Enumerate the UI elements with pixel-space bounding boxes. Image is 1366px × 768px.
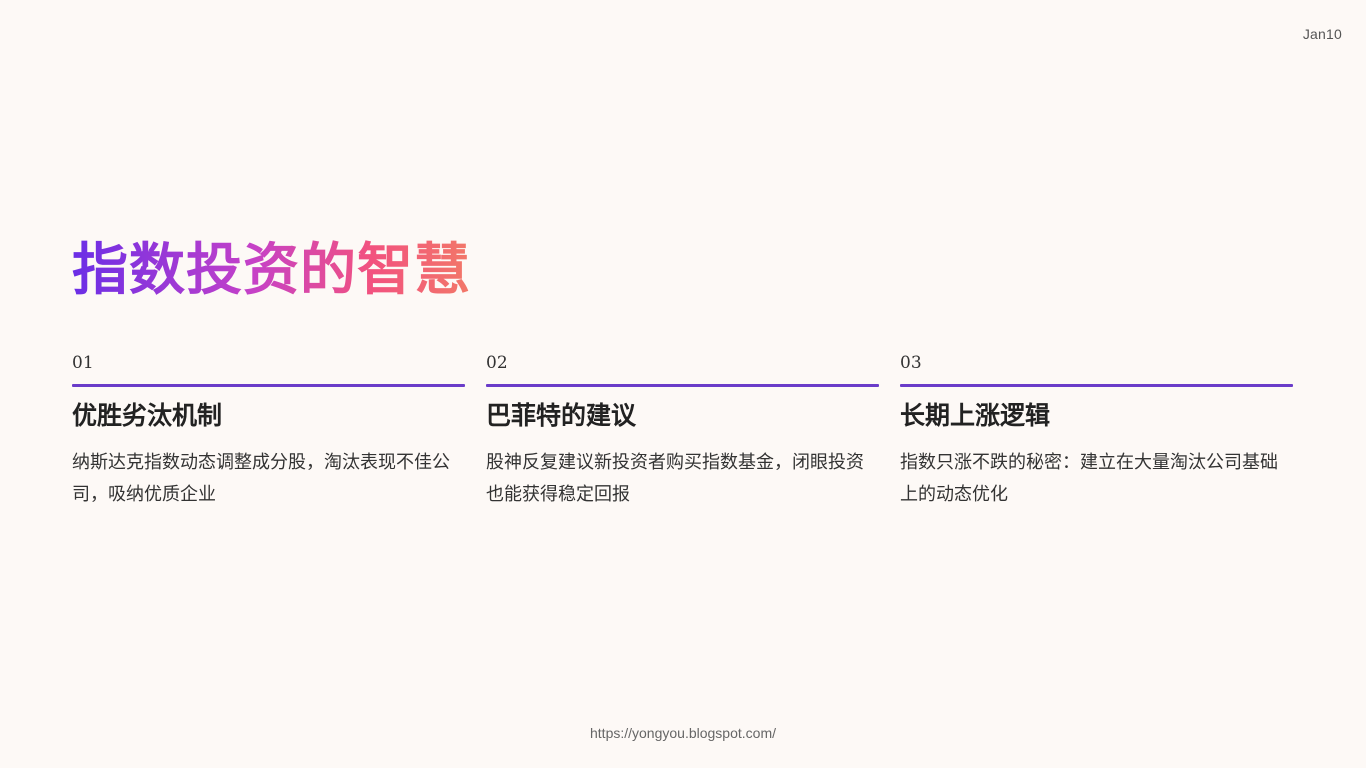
card-number: 01 [72, 353, 94, 373]
card-heading: 长期上涨逻辑 [900, 401, 1051, 430]
footer-url: https://yongyou.blogspot.com/ [590, 725, 776, 741]
card-body: 纳斯达克指数动态调整成分股，淘汰表现不佳公司，吸纳优质企业 [72, 452, 450, 505]
card-row: 01 优胜劣汰机制 纳斯达克指数动态调整成分股，淘汰表现不佳公司，吸纳优质企业 … [72, 350, 1294, 511]
slide-title: 指数投资的智慧 [72, 236, 471, 306]
card-2: 02 巴菲特的建议 股神反复建议新投资者购买指数基金，闭眼投资也能获得稳定回报 [486, 350, 879, 511]
card-heading: 巴菲特的建议 [486, 401, 637, 430]
card-3: 03 长期上涨逻辑 指数只涨不跌的秘密：建立在大量淘汰公司基础上的动态优化 [900, 350, 1293, 511]
card-divider [72, 384, 465, 387]
card-heading: 优胜劣汰机制 [72, 401, 223, 430]
card-body: 股神反复建议新投资者购买指数基金，闭眼投资也能获得稳定回报 [486, 452, 864, 505]
card-divider [900, 384, 1293, 387]
card-body: 指数只涨不跌的秘密：建立在大量淘汰公司基础上的动态优化 [900, 452, 1278, 505]
date-label: Jan10 [1302, 26, 1342, 42]
card-number: 02 [486, 353, 508, 373]
card-1: 01 优胜劣汰机制 纳斯达克指数动态调整成分股，淘汰表现不佳公司，吸纳优质企业 [72, 350, 465, 511]
card-number: 03 [900, 353, 922, 373]
card-divider [486, 384, 879, 387]
